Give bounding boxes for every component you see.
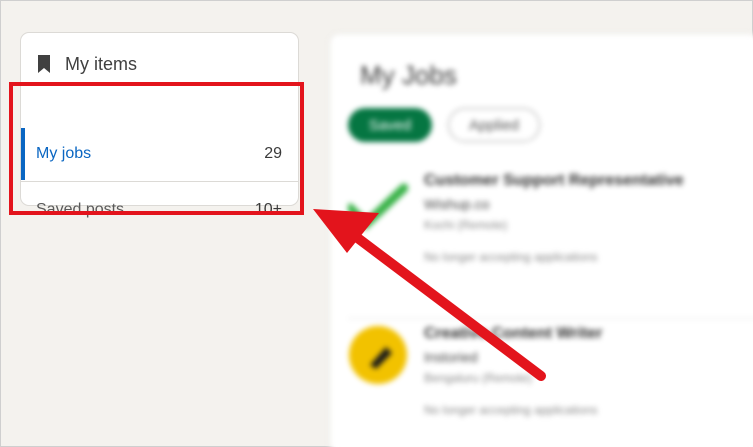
job-title[interactable]: Customer Support Representative	[424, 172, 684, 190]
tab-applied[interactable]: Applied	[448, 108, 540, 142]
checkmark-logo-icon	[348, 183, 408, 231]
page-title: My Jobs	[360, 60, 457, 90]
job-location: Bengaluru (Remote)	[424, 371, 533, 385]
job-title[interactable]: Creative Content Writer	[424, 325, 602, 343]
sidebar-item-my-jobs[interactable]: My jobs 29	[21, 126, 298, 181]
card-title: My items	[65, 53, 137, 74]
sidebar-item-count: 29	[264, 144, 282, 162]
job-company: Instoried	[424, 349, 478, 365]
pen-logo-icon	[349, 326, 407, 384]
my-items-card: My items My jobs 29 Saved posts 10+	[20, 32, 299, 218]
my-jobs-panel: My Jobs Saved Applied Customer Support R…	[329, 33, 753, 447]
job-location: Kochi (Remote)	[424, 218, 508, 232]
sidebar-item-count: 10+	[254, 200, 282, 218]
job-company: Wishup.co	[424, 196, 490, 212]
job-status: No longer accepting applications	[424, 403, 598, 417]
card-header: My items	[21, 33, 298, 95]
sidebar-item-label: My jobs	[36, 144, 92, 162]
job-status: No longer accepting applications	[424, 250, 598, 264]
job-card[interactable]: Creative Content Writer Instoried Bengal…	[348, 318, 753, 417]
bookmark-icon	[38, 55, 50, 73]
sidebar-item-saved-posts[interactable]: Saved posts 10+	[21, 182, 298, 237]
sidebar-item-label: Saved posts	[36, 200, 125, 218]
tab-saved[interactable]: Saved	[348, 108, 432, 142]
